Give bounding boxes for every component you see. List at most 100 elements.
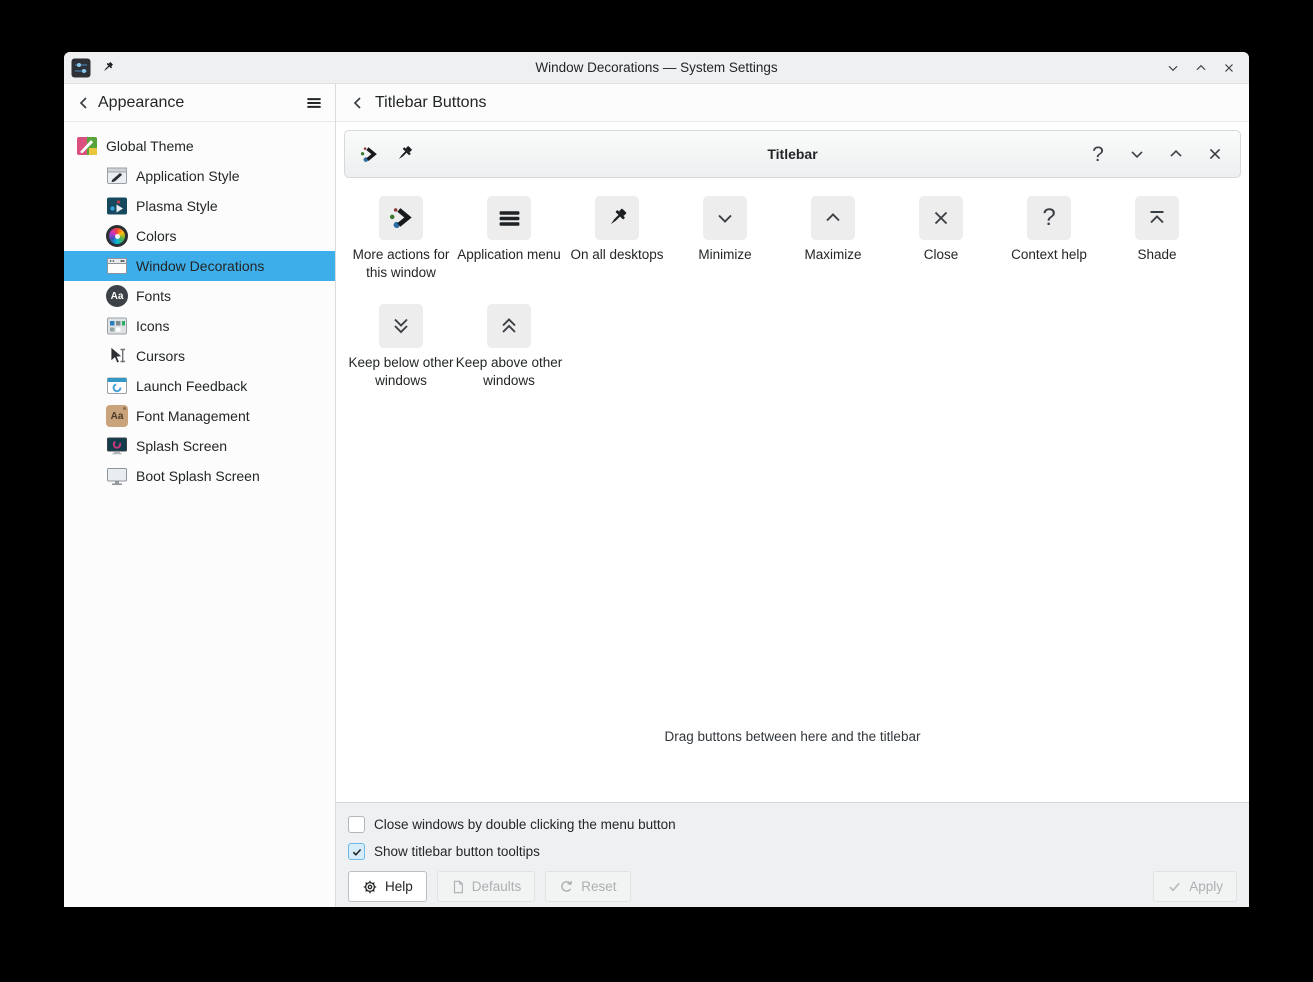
more-actions-icon (379, 196, 423, 240)
palette-item-label: Shade (1137, 246, 1176, 264)
sidebar-item-label: Global Theme (106, 138, 194, 154)
sidebar-item-label: Icons (136, 318, 169, 334)
sidebar-item-global-theme[interactable]: Global Theme (64, 131, 335, 161)
question-icon: ? (1027, 196, 1071, 240)
pin-icon (595, 196, 639, 240)
maximize-icon[interactable] (1165, 143, 1187, 165)
sidebar-item-colors[interactable]: Colors (64, 221, 335, 251)
sidebar-item-fonts[interactable]: Aa Fonts (64, 281, 335, 311)
fonts-icon: Aa (106, 285, 128, 307)
sidebar-item-label: Font Management (136, 408, 250, 424)
checkbox-checked[interactable] (348, 843, 365, 860)
help-wheel-icon (362, 879, 378, 895)
palette-item-maximize[interactable]: Maximize (779, 196, 887, 282)
palette-item-keep-above[interactable]: Keep above other windows (455, 304, 563, 390)
sidebar-item-cursors[interactable]: Cursors (64, 341, 335, 371)
sidebar-header: Appearance (64, 84, 335, 122)
palette-item-label: On all desktops (570, 246, 663, 264)
sidebar-item-font-management[interactable]: Aa Font Management (64, 401, 335, 431)
sidebar-item-label: Launch Feedback (136, 378, 247, 394)
window-title: Window Decorations — System Settings (64, 60, 1249, 75)
defaults-button-label: Defaults (472, 879, 522, 894)
preview-right-buttons: ? (1087, 143, 1226, 165)
palette-item-label: Application menu (457, 246, 561, 264)
palette-row-1: More actions for this window Application… (347, 196, 1249, 282)
palette-item-minimize[interactable]: Minimize (671, 196, 779, 282)
palette-row-2: Keep below other windows Keep above othe… (347, 304, 1249, 390)
chevron-down-icon (703, 196, 747, 240)
sidebar-item-label: Cursors (136, 348, 185, 364)
drop-hint-text: Drag buttons between here and the titleb… (336, 729, 1249, 744)
sidebar-item-splash-screen[interactable]: Splash Screen (64, 431, 335, 461)
checkbox-unchecked[interactable] (348, 816, 365, 833)
palette-item-shade[interactable]: Shade (1103, 196, 1211, 282)
back-chevron-icon[interactable] (350, 95, 366, 111)
sidebar-item-window-decorations[interactable]: Window Decorations (64, 251, 335, 281)
double-chevron-down-icon (379, 304, 423, 348)
footer: Close windows by double clicking the men… (336, 802, 1249, 907)
palette-item-application-menu[interactable]: Application menu (455, 196, 563, 282)
context-help-icon[interactable]: ? (1087, 143, 1109, 165)
close-icon[interactable] (1204, 143, 1226, 165)
titlebar-preview[interactable]: Titlebar ? (344, 130, 1241, 178)
window-titlebar[interactable]: Window Decorations — System Settings (64, 52, 1249, 84)
sidebar-item-plasma-style[interactable]: Plasma Style (64, 191, 335, 221)
apply-button-label: Apply (1189, 879, 1223, 894)
window-decorations-icon (106, 255, 128, 277)
checkbox-label: Show titlebar button tooltips (374, 844, 540, 859)
palette-item-more-actions[interactable]: More actions for this window (347, 196, 455, 282)
sidebar-item-label: Boot Splash Screen (136, 468, 260, 484)
checkbox-show-tooltips[interactable]: Show titlebar button tooltips (348, 838, 1237, 865)
footer-buttons: Help Defaults Reset (348, 871, 1237, 902)
font-management-icon: Aa (106, 405, 128, 427)
page-header: Titlebar Buttons (336, 84, 1249, 122)
checkmark-icon (1167, 879, 1182, 894)
checkbox-label: Close windows by double clicking the men… (374, 817, 676, 832)
double-chevron-up-icon (487, 304, 531, 348)
splash-screen-icon (106, 435, 128, 457)
palette-item-close[interactable]: Close (887, 196, 995, 282)
sidebar-item-label: Splash Screen (136, 438, 227, 454)
icons-grid-icon (106, 315, 128, 337)
hamburger-icon (487, 196, 531, 240)
help-button[interactable]: Help (348, 871, 427, 902)
close-icon (919, 196, 963, 240)
main-panel: Titlebar Buttons Titlebar ? (336, 84, 1249, 907)
palette-item-label: Minimize (698, 246, 751, 264)
chevron-up-icon (811, 196, 855, 240)
system-settings-window: Window Decorations — System Settings App… (64, 52, 1249, 907)
page-title: Titlebar Buttons (375, 94, 486, 112)
sidebar-item-launch-feedback[interactable]: Launch Feedback (64, 371, 335, 401)
hamburger-icon[interactable] (305, 94, 323, 112)
palette-item-label: Maximize (804, 246, 861, 264)
palette-item-label: Keep below other windows (347, 354, 455, 390)
maximize-icon[interactable] (1193, 60, 1209, 76)
help-button-label: Help (385, 879, 413, 894)
undo-arrow-icon (559, 879, 574, 894)
shade-icon (1135, 196, 1179, 240)
palette-item-on-all-desktops[interactable]: On all desktops (563, 196, 671, 282)
button-drop-zone[interactable]: More actions for this window Application… (336, 186, 1249, 802)
checkbox-close-on-double-click[interactable]: Close windows by double clicking the men… (348, 811, 1237, 838)
palette-item-keep-below[interactable]: Keep below other windows (347, 304, 455, 390)
apply-button[interactable]: Apply (1153, 871, 1237, 902)
palette-item-label: Keep above other windows (455, 354, 563, 390)
minimize-icon[interactable] (1165, 60, 1181, 76)
close-icon[interactable] (1221, 60, 1237, 76)
sidebar-item-boot-splash-screen[interactable]: Boot Splash Screen (64, 461, 335, 491)
minimize-icon[interactable] (1126, 143, 1148, 165)
back-chevron-icon[interactable] (76, 95, 92, 111)
application-style-icon (106, 165, 128, 187)
reset-button[interactable]: Reset (545, 871, 630, 902)
plasma-style-icon (106, 195, 128, 217)
sidebar-item-label: Window Decorations (136, 258, 264, 274)
sidebar-item-label: Fonts (136, 288, 171, 304)
sidebar-item-label: Application Style (136, 168, 240, 184)
sidebar-item-application-style[interactable]: Application Style (64, 161, 335, 191)
palette-item-context-help[interactable]: ? Context help (995, 196, 1103, 282)
boot-splash-icon (106, 465, 128, 487)
palette-item-label: More actions for this window (347, 246, 455, 282)
sidebar-item-icons[interactable]: Icons (64, 311, 335, 341)
defaults-button[interactable]: Defaults (437, 871, 536, 902)
window-controls (1165, 52, 1237, 84)
